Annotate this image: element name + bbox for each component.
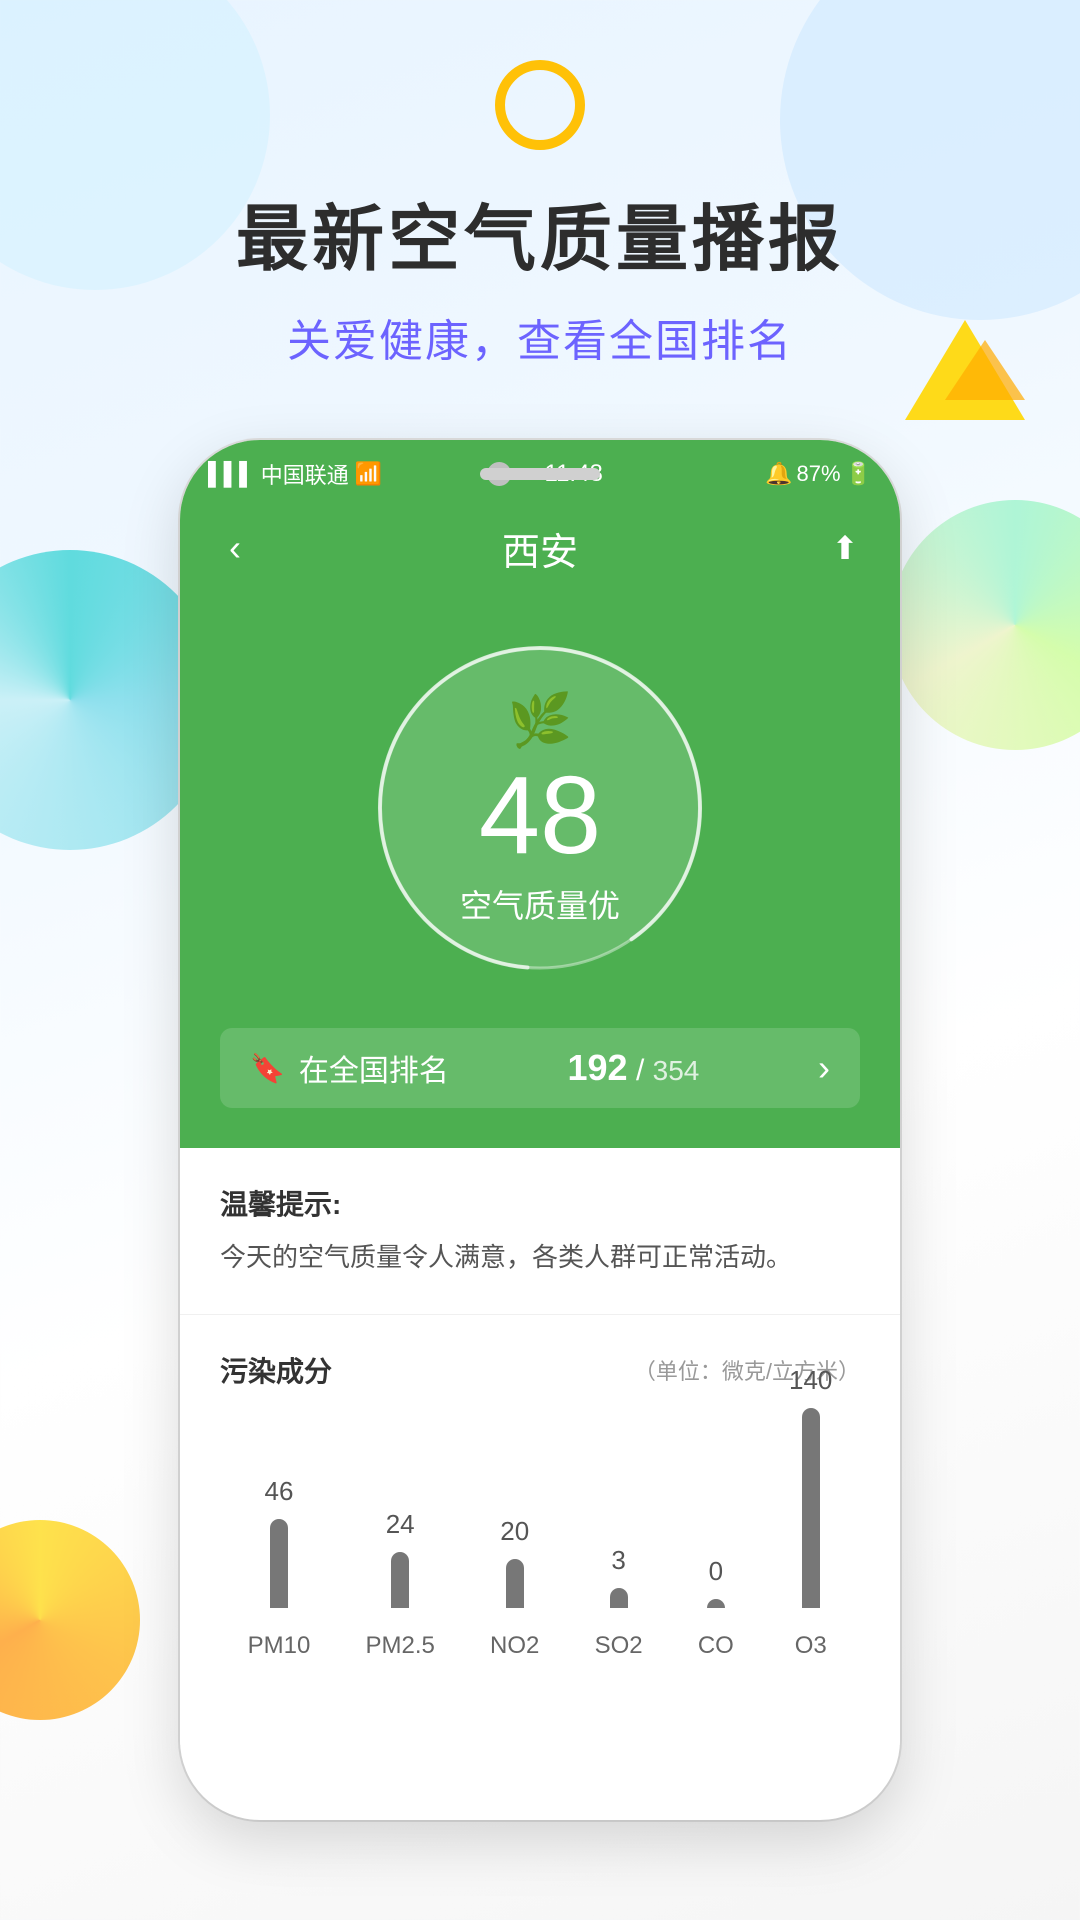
bar-visual bbox=[610, 1588, 628, 1608]
tip-section: 温馨提示: 今天的空气质量令人满意，各类人群可正常活动。 bbox=[180, 1148, 900, 1315]
bar-item-o3: 140 O3 bbox=[789, 1365, 832, 1660]
bg-circle-yellow bbox=[0, 1520, 140, 1720]
back-button[interactable]: ‹ bbox=[210, 527, 260, 569]
leaf-icon: 🌿 bbox=[508, 690, 573, 751]
bar-item-so2: 3 SO2 bbox=[595, 1545, 643, 1660]
phone-frame: ▌▌▌ 中国联通 📶 11:48 🔔 87% 🔋 ‹ 西安 ⬆ bbox=[180, 440, 900, 1820]
bar-visual bbox=[270, 1519, 288, 1608]
bar-item-co: 0 CO bbox=[698, 1556, 734, 1660]
wifi-icon: 📶 bbox=[355, 461, 382, 487]
battery-icon: 🔋 bbox=[845, 461, 872, 487]
battery-text: 87% bbox=[797, 461, 841, 487]
ranking-current: 192 bbox=[568, 1047, 628, 1088]
bar-label: CO bbox=[698, 1632, 734, 1660]
bar-label: PM2.5 bbox=[365, 1632, 434, 1660]
gauge-container: 🌿 48 空气质量优 bbox=[350, 618, 730, 998]
bar-value: 24 bbox=[386, 1509, 415, 1540]
bar-label: O3 bbox=[795, 1632, 827, 1660]
aqi-value: 48 bbox=[479, 761, 601, 871]
bar-label: NO2 bbox=[490, 1632, 539, 1660]
tip-title: 温馨提示: bbox=[220, 1183, 860, 1223]
bar-item-no2: 20 NO2 bbox=[490, 1516, 539, 1660]
bar-visual bbox=[506, 1559, 524, 1608]
app-header: ‹ 西安 ⬆ bbox=[180, 508, 900, 588]
pollution-header: 污染成分 （单位：微克/立方米） bbox=[220, 1350, 860, 1390]
status-right: 🔔 87% 🔋 bbox=[765, 461, 872, 487]
ranking-separator: / bbox=[636, 1054, 644, 1087]
bar-value: 46 bbox=[264, 1476, 293, 1507]
bar-value: 140 bbox=[789, 1365, 832, 1396]
aqi-section: 🌿 48 空气质量优 🔖 在全国排名 192 / 354 › bbox=[180, 588, 900, 1148]
bar-value: 0 bbox=[709, 1556, 723, 1587]
bars-container: 46 PM10 24 PM2.5 20 NO2 3 SO2 0 CO 140 O… bbox=[220, 1430, 860, 1710]
bar-value: 3 bbox=[611, 1545, 625, 1576]
gauge-content: 🌿 48 空气质量优 bbox=[460, 690, 620, 927]
ranking-prefix: 在全国排名 bbox=[299, 1046, 449, 1090]
signal-icon: ▌▌▌ bbox=[208, 461, 255, 487]
bg-circle-right bbox=[890, 500, 1080, 750]
ranking-bar[interactable]: 🔖 在全国排名 192 / 354 › bbox=[220, 1028, 860, 1108]
triangle-decoration bbox=[905, 320, 1025, 425]
phone-speaker bbox=[480, 468, 600, 480]
pollution-section: 污染成分 （单位：微克/立方米） 46 PM10 24 PM2.5 20 NO2… bbox=[180, 1315, 900, 1745]
ranking-arrow-icon: › bbox=[818, 1047, 830, 1089]
phone-mockup: ▌▌▌ 中国联通 📶 11:48 🔔 87% 🔋 ‹ 西安 ⬆ bbox=[180, 440, 900, 1820]
bar-label: SO2 bbox=[595, 1632, 643, 1660]
sub-title: 关爱健康，查看全国排名 bbox=[287, 305, 793, 369]
bar-item-pm10: 46 PM10 bbox=[248, 1476, 311, 1660]
ranking-number: 192 / 354 bbox=[568, 1047, 700, 1089]
status-left: ▌▌▌ 中国联通 📶 bbox=[208, 458, 382, 490]
ranking-total: 354 bbox=[653, 1055, 700, 1086]
bar-visual bbox=[707, 1599, 725, 1608]
app-icon bbox=[495, 60, 585, 150]
aqi-label: 空气质量优 bbox=[460, 881, 620, 927]
main-title: 最新空气质量播报 bbox=[236, 180, 844, 285]
bar-visual bbox=[391, 1552, 409, 1608]
bar-item-pm2.5: 24 PM2.5 bbox=[365, 1509, 434, 1660]
bar-value: 20 bbox=[500, 1516, 529, 1547]
share-button[interactable]: ⬆ bbox=[820, 529, 870, 567]
pollution-title: 污染成分 bbox=[220, 1350, 332, 1390]
city-title: 西安 bbox=[502, 521, 578, 576]
ranking-left: 🔖 在全国排名 bbox=[250, 1046, 449, 1090]
alarm-icon: 🔔 bbox=[765, 461, 792, 487]
bar-label: PM10 bbox=[248, 1632, 311, 1660]
bar-visual bbox=[802, 1408, 820, 1608]
bookmark-icon: 🔖 bbox=[250, 1052, 285, 1085]
tip-text: 今天的空气质量令人满意，各类人群可正常活动。 bbox=[220, 1237, 860, 1279]
carrier-name: 中国联通 bbox=[261, 458, 349, 490]
